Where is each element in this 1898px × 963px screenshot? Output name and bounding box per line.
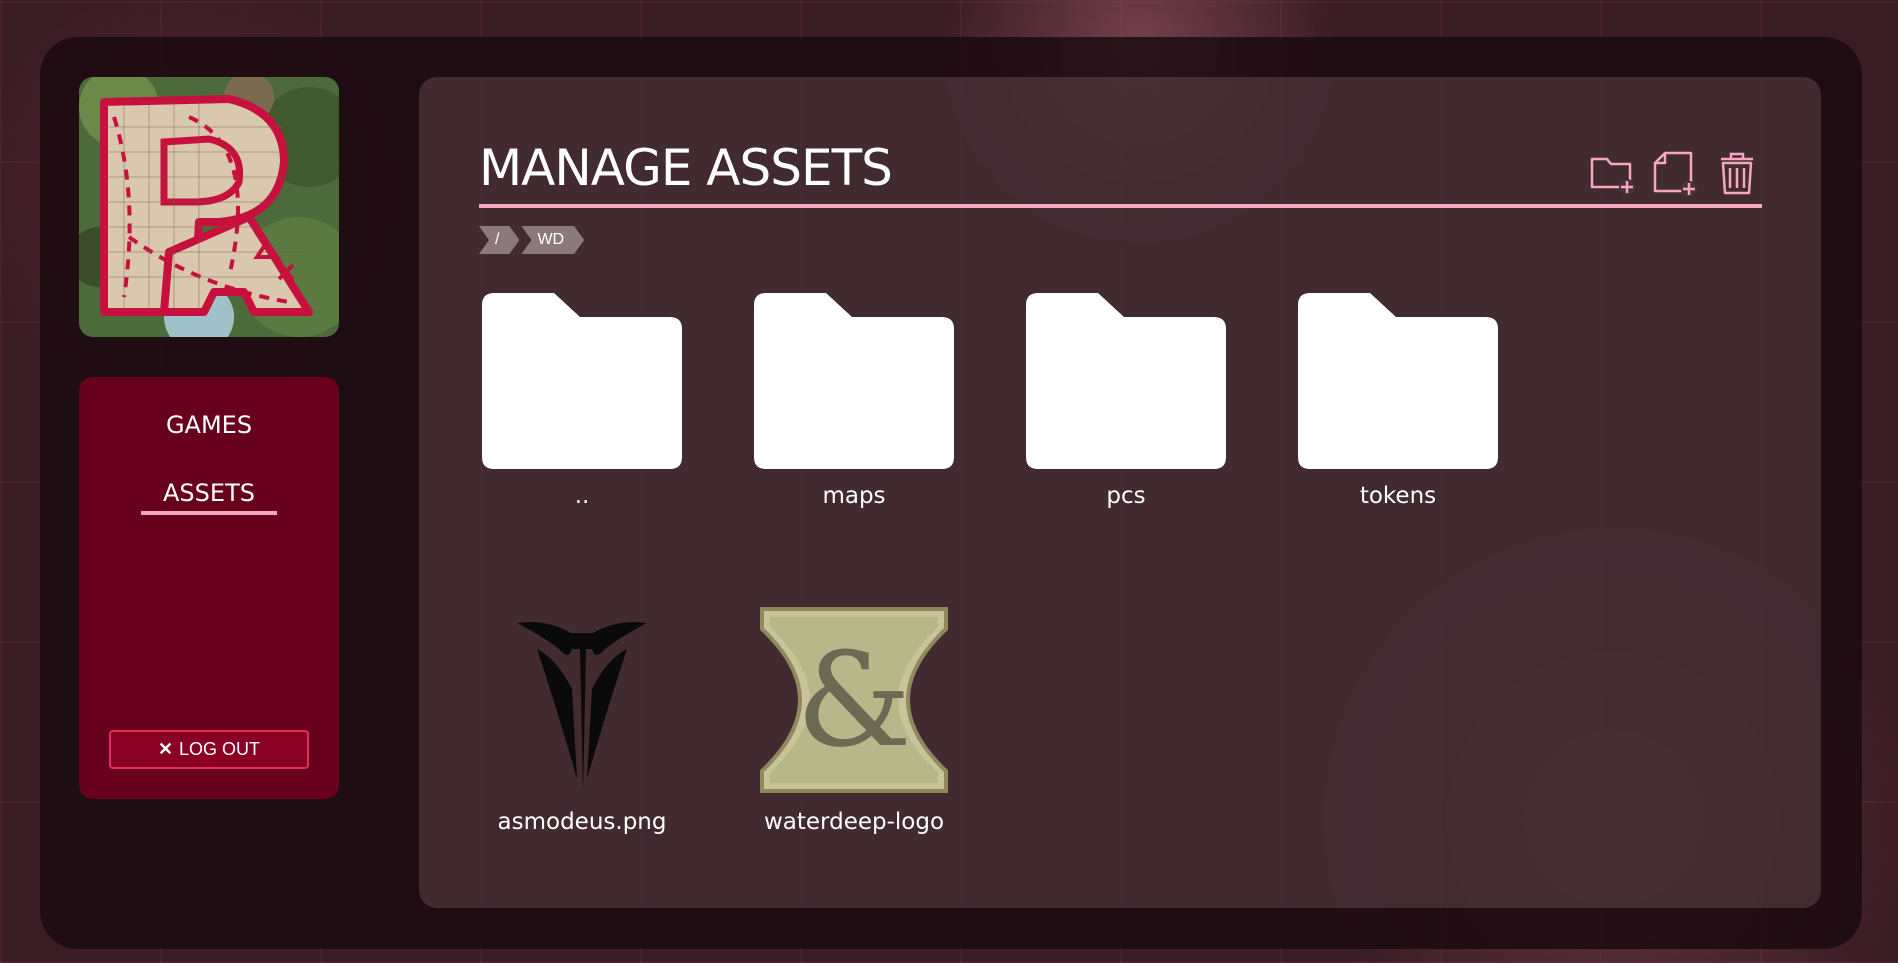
sidebar-item-games[interactable]: GAMES [79,411,339,439]
dnd-ampersand-icon: & [760,607,948,793]
logout-label: LOG OUT [179,739,261,759]
title-divider [479,204,1762,208]
folder-icon [482,293,682,469]
file-item-waterdeep-logo[interactable]: & waterdeep-logo [754,607,954,835]
asmodeus-icon [517,622,647,795]
file-item-asmodeus[interactable]: asmodeus.png [482,619,682,835]
new-folder-icon[interactable] [1589,149,1637,197]
trash-icon[interactable] [1713,149,1761,197]
sidebar: GAMES ASSETS ✕ LOG OUT [79,377,339,799]
folder-item-parent[interactable]: .. [482,293,682,509]
folder-icon [754,293,954,469]
breadcrumb-item-root[interactable]: / [479,226,519,254]
folder-icon [1026,293,1226,469]
breadcrumb: / WD [479,226,584,254]
folder-item-maps[interactable]: maps [754,293,954,509]
svg-text:&: & [796,624,912,776]
breadcrumb-item-wd[interactable]: WD [521,226,584,254]
file-name: waterdeep-logo [763,809,945,835]
main-panel: MANAGE ASSETS / WD .. maps pcs tokens as… [419,77,1821,908]
folder-name: .. [574,483,590,509]
asset-toolbar [1589,149,1761,197]
sidebar-item-assets[interactable]: ASSETS [79,479,339,515]
folder-item-pcs[interactable]: pcs [1026,293,1226,509]
new-file-icon[interactable] [1651,149,1699,197]
folder-name: maps [822,483,886,509]
logout-button[interactable]: ✕ LOG OUT [109,730,309,769]
folder-item-tokens[interactable]: tokens [1298,293,1498,509]
page-title: MANAGE ASSETS [479,139,893,197]
app-logo-icon [79,77,339,337]
sidebar-item-label: GAMES [165,411,253,439]
sidebar-item-label: ASSETS [141,479,277,515]
folder-icon [1298,293,1498,469]
app-logo[interactable] [79,77,339,337]
folder-name: pcs [1106,483,1146,509]
folder-name: tokens [1359,483,1437,509]
file-name: asmodeus.png [497,809,667,835]
close-icon: ✕ [157,739,174,759]
